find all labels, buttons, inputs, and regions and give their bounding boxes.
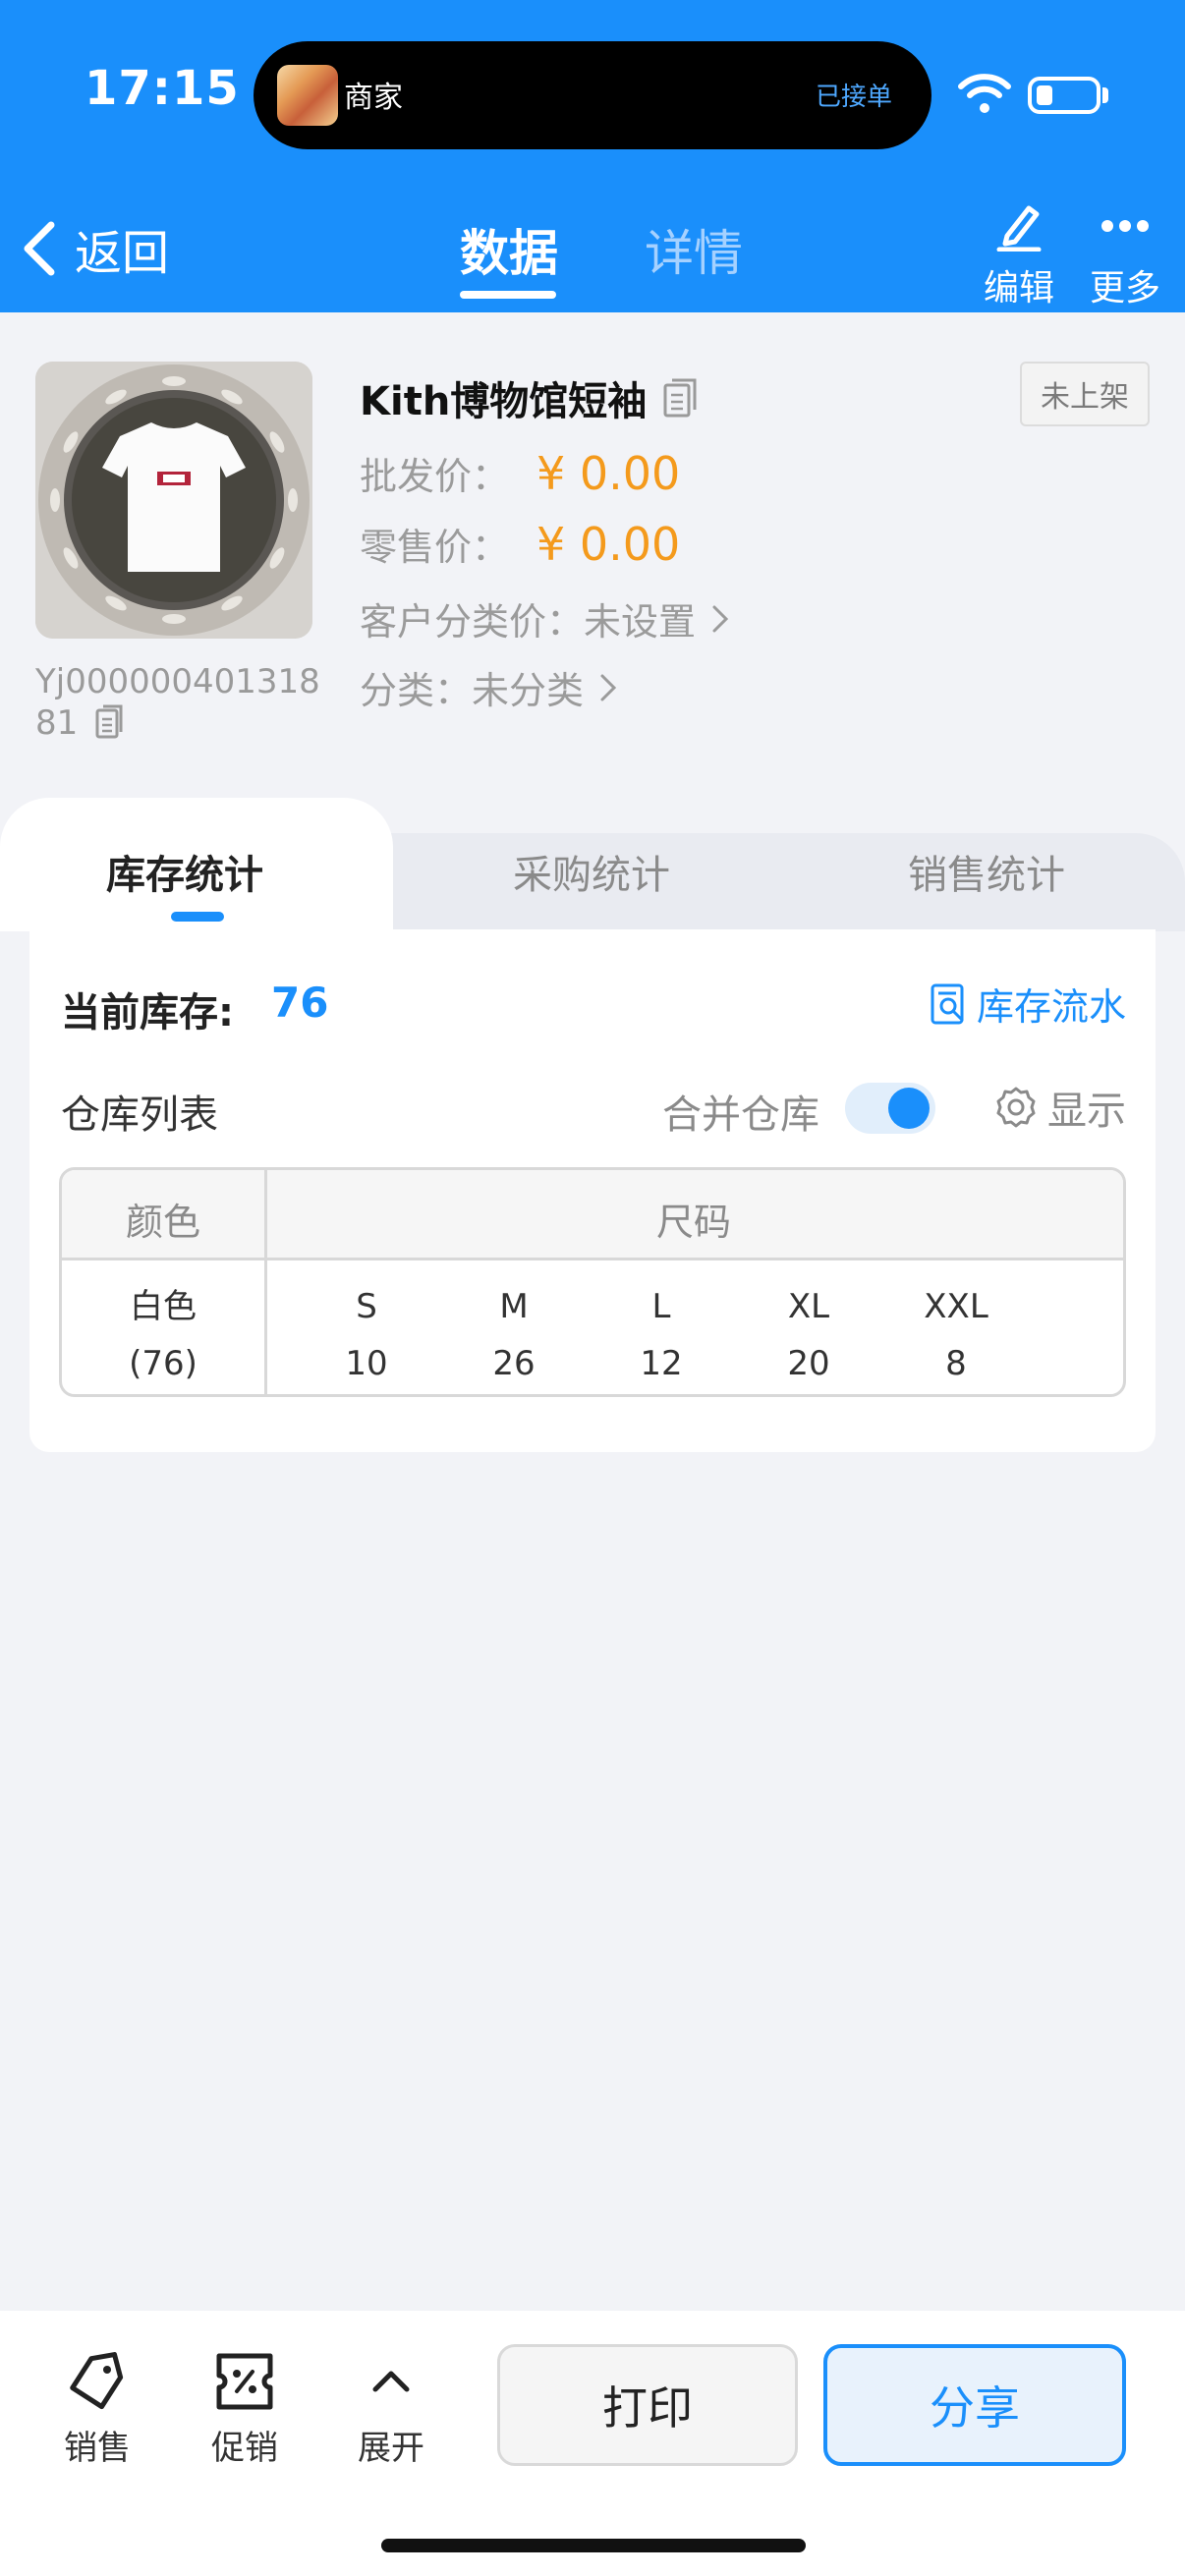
- customer-price-label: 客户分类价：: [360, 600, 585, 644]
- expand-label: 展开: [358, 2429, 424, 2468]
- size-cell-s: S 10: [308, 1278, 425, 1392]
- product-sku: Yj00000040131881: [35, 661, 330, 744]
- color-name: 白色: [130, 1287, 197, 1326]
- category-value: 未分类: [472, 669, 585, 712]
- size-quantity: 8: [945, 1344, 967, 1383]
- product-name: Kith博物馆短袖: [360, 369, 698, 426]
- display-label: 显示: [1047, 1089, 1126, 1134]
- tab-inventory-stats[interactable]: 库存统计: [106, 843, 263, 900]
- wholesale-price-row: 批发价： ¥ 0.00: [360, 446, 680, 500]
- size-label: M: [499, 1287, 529, 1326]
- sku-text: Yj00000040131881: [35, 662, 320, 743]
- inventory-card: 当前库存: 76 库存流水 仓库列表 合并仓库 显示 颜色 尺码 白色 (76)…: [29, 929, 1156, 1452]
- size-cell-xl: XL 20: [750, 1278, 868, 1392]
- chevron-right-icon: [600, 674, 617, 700]
- category-label: 分类：: [360, 669, 473, 712]
- wholesale-label: 批发价：: [360, 455, 510, 498]
- back-label: 返回: [75, 226, 170, 281]
- stats-tab-indicator: [171, 912, 224, 922]
- merge-warehouse-toggle[interactable]: [845, 1083, 935, 1134]
- merchant-avatar: [277, 65, 338, 126]
- warehouse-list-label: 仓库列表: [61, 1092, 218, 1138]
- coupon-icon: [216, 2353, 273, 2410]
- edit-icon: [996, 205, 1042, 252]
- stock-flow-link[interactable]: 库存流水: [930, 977, 1126, 1031]
- category-link[interactable]: 分类： 未分类: [360, 660, 619, 714]
- status-time: 17:15: [85, 61, 240, 116]
- size-cell-xxl: XXL 8: [897, 1278, 1015, 1392]
- tshirt-photo: [35, 362, 312, 639]
- promotion-label: 促销: [211, 2429, 278, 2468]
- product-info: Yj00000040131881 Kith博物馆短袖 未上架 批发价： ¥ 0.…: [0, 312, 1185, 806]
- print-button[interactable]: 打印: [497, 2344, 798, 2466]
- inventory-table: 颜色 尺码 白色 (76) S 10 M 26 L 12 XL 20 XXL 8: [59, 1167, 1126, 1397]
- copy-name-icon[interactable]: [662, 377, 698, 419]
- sale-label: 销售: [64, 2429, 131, 2468]
- back-button[interactable]: 返回: [20, 214, 169, 283]
- tab-sales-stats[interactable]: 销售统计: [908, 843, 1065, 900]
- retail-label: 零售价：: [360, 526, 510, 569]
- display-settings-button[interactable]: 显示: [994, 1079, 1126, 1136]
- color-header: 颜色: [125, 1201, 200, 1244]
- merge-warehouse-label: 合并仓库: [662, 1092, 819, 1138]
- size-label: XL: [787, 1287, 830, 1326]
- size-label: L: [651, 1287, 671, 1326]
- battery-tip: [1102, 87, 1108, 103]
- share-button[interactable]: 分享: [823, 2344, 1126, 2466]
- retail-price-row: 零售价： ¥ 0.00: [360, 517, 680, 571]
- current-stock-value: 76: [271, 979, 329, 1027]
- wifi-icon: [958, 74, 1011, 113]
- gear-icon: [996, 1087, 1036, 1128]
- size-label: S: [356, 1287, 377, 1326]
- tab-detail[interactable]: 详情: [645, 214, 743, 285]
- more-icon: [1101, 220, 1149, 232]
- battery-level: [1037, 85, 1052, 105]
- edit-button[interactable]: 编辑: [975, 200, 1063, 310]
- expand-button[interactable]: 展开: [332, 2350, 450, 2469]
- retail-price: ¥ 0.00: [536, 518, 681, 571]
- size-label: XXL: [924, 1287, 988, 1326]
- customer-price-link[interactable]: 客户分类价： 未设置: [360, 591, 731, 645]
- more-button[interactable]: 更多: [1081, 200, 1169, 310]
- customer-price-value: 未设置: [584, 600, 697, 644]
- product-name-text: Kith博物馆短袖: [360, 379, 648, 424]
- promotion-button[interactable]: 促销: [186, 2350, 304, 2469]
- island-title: 商家: [344, 81, 403, 115]
- product-image[interactable]: [35, 362, 312, 639]
- more-label: 更多: [1089, 268, 1160, 308]
- edit-label: 编辑: [983, 268, 1054, 308]
- chevron-left-icon: [24, 221, 55, 276]
- status-badge: 未上架: [1020, 362, 1150, 426]
- color-total: (76): [129, 1344, 198, 1383]
- size-quantity: 26: [492, 1344, 536, 1383]
- size-quantity: 20: [787, 1344, 830, 1383]
- tab-data[interactable]: 数据: [460, 214, 558, 285]
- chevron-up-icon: [372, 2371, 410, 2392]
- toggle-knob: [888, 1088, 930, 1129]
- app-header: 17:15 商家 已接单 返回 数据 详情 编辑 更多: [0, 0, 1185, 312]
- color-cell: 白色 (76): [62, 1278, 264, 1392]
- tab-indicator: [460, 291, 556, 299]
- dynamic-island[interactable]: 商家 已接单: [254, 41, 931, 149]
- copy-sku-icon[interactable]: [94, 704, 124, 740]
- chevron-right-icon: [712, 605, 729, 632]
- island-status: 已接单: [815, 83, 892, 112]
- bottom-action-bar: 销售 促销 展开 打印 分享: [0, 2311, 1185, 2576]
- home-indicator: [381, 2539, 806, 2552]
- current-stock-label: 当前库存:: [61, 990, 234, 1036]
- size-cell-m: M 26: [455, 1278, 573, 1392]
- size-cell-l: L 12: [602, 1278, 720, 1392]
- stats-tabs: 库存统计 采购统计 销售统计: [0, 798, 1185, 931]
- tag-icon: [70, 2352, 124, 2410]
- size-header: 尺码: [655, 1201, 731, 1244]
- stock-flow-icon: [931, 983, 964, 1024]
- battery-icon: [1028, 77, 1100, 114]
- wholesale-price: ¥ 0.00: [536, 447, 681, 500]
- sale-button[interactable]: 销售: [38, 2350, 156, 2469]
- size-quantity: 12: [640, 1344, 683, 1383]
- stock-flow-label: 库存流水: [976, 985, 1126, 1029]
- size-quantity: 10: [345, 1344, 388, 1383]
- tab-purchase-stats[interactable]: 采购统计: [513, 843, 670, 900]
